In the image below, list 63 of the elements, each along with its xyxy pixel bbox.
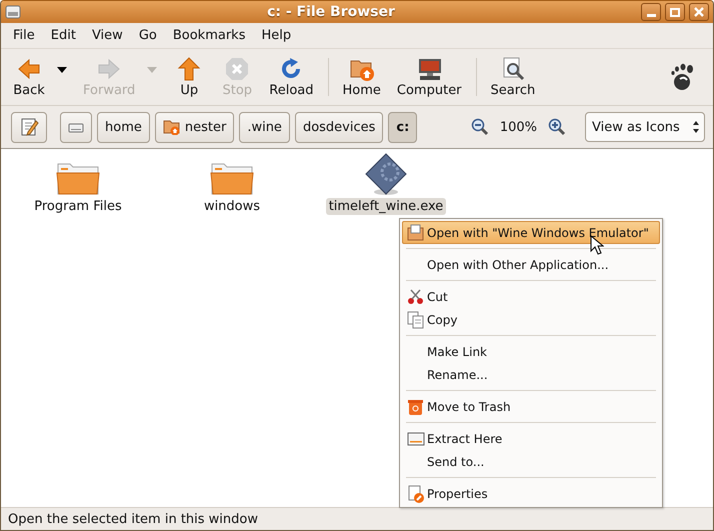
menu-item[interactable]: Help bbox=[253, 28, 300, 43]
menu-item[interactable]: Make Link bbox=[402, 340, 660, 363]
toolbar-button[interactable]: Home bbox=[334, 56, 389, 98]
trash-icon bbox=[407, 398, 425, 416]
window-menu-icon bbox=[5, 5, 21, 19]
menu-item[interactable]: Rename... bbox=[402, 363, 660, 386]
menu-item[interactable]: Properties bbox=[402, 482, 660, 505]
status-text: Open the selected item in this window bbox=[8, 512, 258, 526]
zoom-out-icon bbox=[470, 118, 489, 136]
back-arrow-icon bbox=[17, 56, 41, 80]
home-folder-icon bbox=[162, 119, 181, 135]
up-arrow-icon bbox=[177, 56, 202, 80]
menu-item[interactable]: Edit bbox=[42, 28, 84, 43]
drive-icon bbox=[407, 430, 425, 448]
copy-icon bbox=[407, 310, 425, 328]
file-name[interactable]: windows bbox=[200, 198, 264, 215]
toolbar-button[interactable]: Back bbox=[5, 56, 53, 98]
path-button[interactable] bbox=[60, 112, 92, 142]
computer-icon bbox=[417, 56, 442, 80]
menu-item[interactable]: Open with Other Application... bbox=[402, 253, 660, 276]
menu-item[interactable]: Go bbox=[130, 28, 165, 43]
zoom-in-icon bbox=[548, 118, 566, 136]
menu-item[interactable]: Cut bbox=[402, 285, 660, 308]
drive-icon bbox=[68, 121, 84, 133]
foot-logo-icon bbox=[669, 63, 695, 91]
pencil-note-icon bbox=[19, 117, 39, 137]
edit-location-button[interactable] bbox=[11, 112, 47, 142]
toolbar-button[interactable]: Reload bbox=[261, 56, 322, 98]
close-button[interactable] bbox=[689, 3, 709, 21]
stop-icon bbox=[225, 56, 250, 80]
menu-item[interactable]: Copy bbox=[402, 308, 660, 331]
toolbar-button[interactable]: Computer bbox=[388, 56, 470, 98]
spin-arrows-icon bbox=[692, 120, 700, 134]
zoom-level: 100% bbox=[500, 120, 537, 134]
file-name[interactable]: Program Files bbox=[31, 198, 125, 215]
folder-open-icon bbox=[407, 224, 425, 242]
toolbar-button[interactable]: Search bbox=[482, 56, 544, 98]
menu-item[interactable]: View bbox=[84, 28, 131, 43]
close-icon bbox=[694, 7, 704, 17]
path-button[interactable]: home bbox=[97, 112, 150, 142]
menu-item[interactable]: Send to... bbox=[402, 450, 660, 473]
window-title: c: - File Browser bbox=[266, 4, 396, 20]
path-button[interactable]: c: bbox=[388, 112, 418, 142]
forward-arrow-icon bbox=[97, 56, 122, 80]
search-icon bbox=[500, 56, 525, 80]
path-button[interactable]: dosdevices bbox=[294, 112, 384, 142]
maximize-icon bbox=[670, 8, 680, 16]
minimize-icon bbox=[646, 14, 656, 16]
view-mode-dropdown[interactable]: View as Icons bbox=[585, 112, 705, 142]
document-properties-icon bbox=[407, 484, 425, 502]
scissors-icon bbox=[407, 288, 425, 306]
menu-item[interactable]: Open with "Wine Windows Emulator" bbox=[402, 221, 660, 244]
file-name[interactable]: timeleft_wine.exe bbox=[326, 198, 446, 215]
menu-item[interactable]: Extract Here bbox=[402, 427, 660, 450]
minimize-button[interactable] bbox=[641, 3, 661, 21]
path-button[interactable]: nester bbox=[154, 112, 234, 142]
program-icon bbox=[364, 152, 408, 196]
menu-item[interactable]: Bookmarks bbox=[164, 28, 254, 43]
menu-item[interactable]: File bbox=[5, 28, 43, 43]
maximize-button[interactable] bbox=[665, 3, 685, 21]
path-button[interactable]: .wine bbox=[239, 112, 290, 142]
menu-item[interactable]: Move to Trash bbox=[402, 395, 660, 418]
toolbar-button[interactable]: Up bbox=[165, 56, 214, 98]
